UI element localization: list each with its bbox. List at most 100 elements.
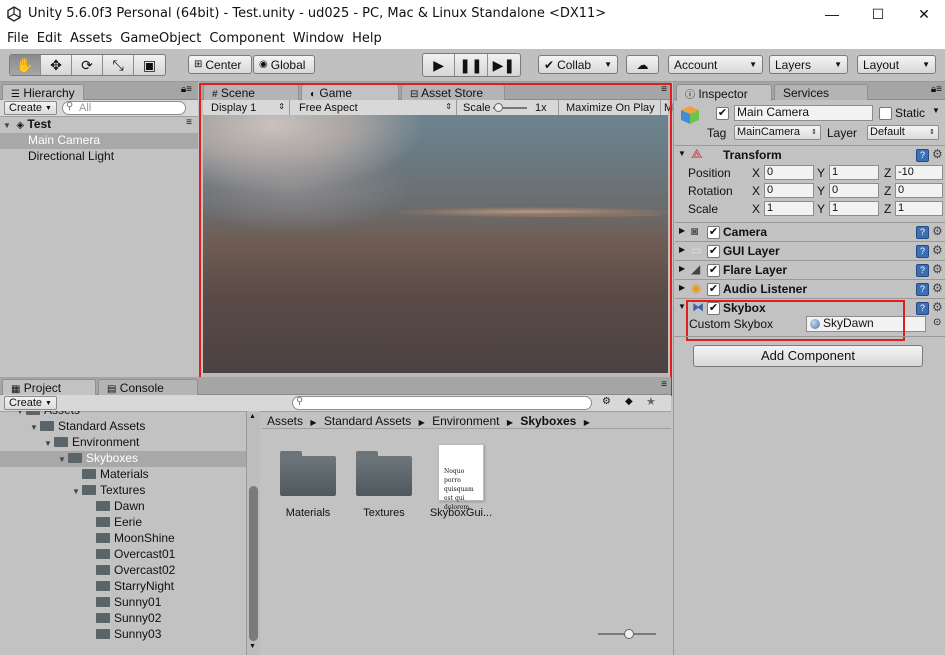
game-view-render[interactable] xyxy=(203,115,668,373)
axis-label-y[interactable]: Y xyxy=(817,202,825,216)
pause-button-icon[interactable]: ❚❚ xyxy=(455,54,488,76)
component-enabled-checkbox[interactable]: ✔ xyxy=(707,302,720,315)
scroll-thumb[interactable] xyxy=(249,486,258,641)
static-checkbox[interactable] xyxy=(879,107,892,120)
scene-menu-icon[interactable]: ≡ xyxy=(186,117,192,128)
project-tree-item[interactable]: ▼ Environment xyxy=(0,435,246,451)
component-enabled-checkbox[interactable]: ✔ xyxy=(707,245,720,258)
maximize-on-play-toggle[interactable]: Maximize On Play xyxy=(561,100,661,116)
menu-help[interactable]: Help xyxy=(349,29,387,49)
transform-x-field[interactable]: 0 xyxy=(764,165,814,180)
project-tree-item[interactable]: StarryNight xyxy=(0,579,246,595)
axis-label-z[interactable]: Z xyxy=(884,184,891,198)
menu-gameobject[interactable]: GameObject xyxy=(117,29,206,49)
chevron-down-icon[interactable]: ▼ xyxy=(932,106,940,115)
hierarchy-item[interactable]: Directional Light xyxy=(0,149,198,165)
hierarchy-create-button[interactable]: Create ▼ xyxy=(4,101,57,115)
panel-menu-icon[interactable]: ≡ xyxy=(661,84,667,95)
filter-type-icon[interactable]: ⚙ xyxy=(602,396,611,407)
hand-tool-icon[interactable]: ✋ xyxy=(10,55,42,75)
more-toggles[interactable]: M xyxy=(664,102,673,114)
axis-label-x[interactable]: X xyxy=(752,202,760,216)
project-tree-item[interactable]: Sunny03 xyxy=(0,627,246,643)
tree-scrollbar[interactable]: ▲ ▼ xyxy=(246,411,260,655)
project-tree-item[interactable]: Materials xyxy=(0,467,246,483)
project-tree-item[interactable]: ▼ Skyboxes xyxy=(0,451,246,467)
tab-project[interactable]: ▦ Project xyxy=(2,379,96,396)
menu-component[interactable]: Component xyxy=(206,29,289,49)
axis-label-x[interactable]: X xyxy=(752,184,760,198)
gear-icon[interactable]: ⚙ xyxy=(932,281,943,295)
expand-triangle-icon[interactable]: ▼ xyxy=(30,423,40,432)
step-button-icon[interactable]: ▶❚ xyxy=(488,54,520,76)
object-name-field[interactable]: Main Camera xyxy=(734,105,873,121)
panel-menu-icon[interactable]: ≡ xyxy=(661,379,667,390)
rotate-tool-icon[interactable]: ⟳ xyxy=(72,55,104,75)
menu-file[interactable]: File xyxy=(4,29,34,49)
gear-icon[interactable]: ⚙ xyxy=(932,262,943,276)
expand-triangle-icon[interactable]: ▶ xyxy=(679,283,685,292)
play-button-icon[interactable]: ▶ xyxy=(423,54,456,76)
tag-dropdown[interactable]: MainCamera ⇕ xyxy=(734,125,821,140)
transform-z-field[interactable]: 1 xyxy=(895,201,943,216)
expand-triangle-icon[interactable]: ▼ xyxy=(58,455,68,464)
expand-triangle-icon[interactable]: ▼ xyxy=(3,121,13,130)
close-button[interactable]: ✕ xyxy=(904,2,944,26)
tab-console[interactable]: ▤ Console xyxy=(98,379,198,395)
tab-game[interactable]: ◐ Game xyxy=(301,84,399,101)
scale-tool-icon[interactable]: ⤡ xyxy=(103,55,135,75)
menu-assets[interactable]: Assets xyxy=(67,29,117,49)
menu-edit[interactable]: Edit xyxy=(34,29,67,49)
layer-dropdown[interactable]: Default ⇕ xyxy=(867,125,939,140)
transform-z-field[interactable]: -10 xyxy=(895,165,943,180)
project-tree-item[interactable]: ▼ Textures xyxy=(0,483,246,499)
axis-label-x[interactable]: X xyxy=(752,166,760,180)
component-enabled-checkbox[interactable]: ✔ xyxy=(707,283,720,296)
space-toggle[interactable]: ◉ Global xyxy=(253,55,315,74)
expand-triangle-icon[interactable]: ▶ xyxy=(679,226,685,235)
help-icon[interactable]: ? xyxy=(916,264,929,277)
lock-icon[interactable]: 🔒︎≡ xyxy=(181,84,192,95)
help-icon[interactable]: ? xyxy=(916,283,929,296)
hierarchy-search-input[interactable]: All xyxy=(62,101,186,115)
project-tree-item[interactable]: ▼ Standard Assets xyxy=(0,419,246,435)
scene-root[interactable]: ▼ ◈ Test ≡ xyxy=(0,117,198,133)
component-header[interactable]: ▶ ◉ ✔ Audio Listener? ⚙ xyxy=(675,279,945,298)
move-tool-icon[interactable]: ✥ xyxy=(41,55,73,75)
gear-icon[interactable]: ⚙ xyxy=(932,243,943,257)
axis-label-y[interactable]: Y xyxy=(817,184,825,198)
project-tree-item[interactable]: ▼ Assets xyxy=(0,411,246,419)
maximize-button[interactable]: ☐ xyxy=(858,2,898,26)
transform-y-field[interactable]: 1 xyxy=(829,165,879,180)
layout-dropdown[interactable]: Layout ▼ xyxy=(857,55,936,74)
icon-size-slider-thumb[interactable] xyxy=(624,629,634,639)
expand-triangle-icon[interactable]: ▶ xyxy=(679,245,685,254)
transform-header[interactable]: ▼ ⟁ Transform ? ⚙ xyxy=(675,145,945,164)
layers-dropdown[interactable]: Layers ▼ xyxy=(769,55,848,74)
minimize-button[interactable]: — xyxy=(812,2,852,26)
project-tree-item[interactable]: Sunny02 xyxy=(0,611,246,627)
aspect-dropdown[interactable]: Free Aspect ⇕ xyxy=(291,100,457,116)
gear-icon[interactable]: ⚙ xyxy=(932,300,943,314)
active-checkbox[interactable]: ✔ xyxy=(716,107,729,120)
axis-label-y[interactable]: Y xyxy=(817,166,825,180)
folder-icon[interactable] xyxy=(280,449,336,499)
lock-icon[interactable]: 🔒︎≡ xyxy=(931,84,942,95)
hierarchy-item[interactable]: Main Camera xyxy=(0,133,198,149)
custom-skybox-field[interactable]: SkyDawn xyxy=(806,316,926,332)
pivot-toggle[interactable]: ⊞ Center xyxy=(188,55,252,74)
project-tree-item[interactable]: Dawn xyxy=(0,499,246,515)
help-icon[interactable]: ? xyxy=(916,245,929,258)
project-tree-item[interactable]: Eerie xyxy=(0,515,246,531)
component-enabled-checkbox[interactable]: ✔ xyxy=(707,264,720,277)
scale-slider[interactable]: Scale 1x xyxy=(459,100,559,116)
help-icon[interactable]: ? xyxy=(916,149,929,162)
tab-hierarchy[interactable]: ☰ Hierarchy xyxy=(2,84,84,101)
collab-dropdown[interactable]: ✔ Collab ▼ xyxy=(538,55,618,74)
account-dropdown[interactable]: Account ▼ xyxy=(668,55,763,74)
skybox-header[interactable]: ▼ ⧓ ✔ Skybox ? ⚙ xyxy=(675,298,945,317)
component-header[interactable]: ▶ ◢ ✔ Flare Layer? ⚙ xyxy=(675,260,945,279)
slider-thumb[interactable] xyxy=(494,103,503,112)
menu-window[interactable]: Window xyxy=(290,29,349,49)
component-enabled-checkbox[interactable]: ✔ xyxy=(707,226,720,239)
